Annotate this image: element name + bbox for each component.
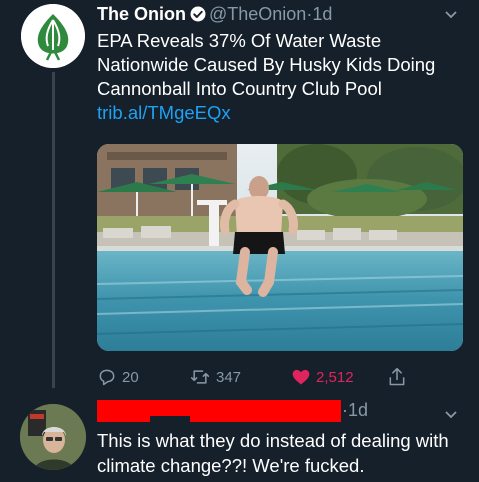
share-icon bbox=[389, 367, 405, 386]
like-action[interactable]: 2,512 bbox=[291, 364, 354, 390]
share-action[interactable] bbox=[387, 364, 407, 390]
pool-photo bbox=[97, 144, 463, 351]
chevron-down-icon[interactable] bbox=[443, 406, 459, 427]
tweet-actions: 20 347 2,512 bbox=[97, 364, 437, 390]
retweet-count: 347 bbox=[216, 368, 242, 386]
tweet-link[interactable]: trib.al/TMgeEQx bbox=[97, 102, 231, 123]
reply-count: 20 bbox=[122, 368, 139, 386]
redacted-author-name bbox=[97, 400, 341, 422]
onion-logo-icon bbox=[21, 4, 85, 68]
verified-badge-icon bbox=[189, 5, 207, 29]
tweet-time[interactable]: 1d bbox=[312, 4, 332, 24]
like-count: 2,512 bbox=[316, 368, 354, 386]
retweet-action[interactable]: 347 bbox=[189, 364, 241, 390]
author-name[interactable]: The Onion bbox=[97, 4, 186, 24]
author-handle[interactable]: @TheOnion bbox=[209, 4, 306, 24]
reply-time[interactable]: 1d bbox=[348, 400, 368, 420]
chevron-down-icon[interactable] bbox=[443, 6, 459, 27]
tweet[interactable]: The Onion @TheOnion·1d EPA Reveals 37% Of… bbox=[0, 0, 479, 396]
retweet-icon bbox=[190, 370, 210, 384]
heart-icon bbox=[292, 369, 310, 385]
reply-icon bbox=[99, 369, 115, 386]
tweet-text: EPA Reveals 37% Of Water Waste Nationwid… bbox=[97, 29, 469, 125]
tweet-image[interactable] bbox=[97, 144, 463, 351]
thread-line bbox=[52, 72, 55, 388]
user-photo bbox=[20, 404, 86, 470]
reply-action[interactable]: 20 bbox=[97, 364, 139, 390]
reply-avatar[interactable] bbox=[20, 404, 86, 470]
reply-text: This is what they do instead of dealing … bbox=[97, 430, 449, 476]
tweet-body: EPA Reveals 37% Of Water Waste Nationwid… bbox=[97, 30, 436, 99]
onion-avatar[interactable] bbox=[21, 4, 85, 68]
reply-meta: ·1d bbox=[342, 398, 368, 422]
tweet-header: The Onion @TheOnion·1d bbox=[97, 2, 332, 29]
reply-tweet[interactable]: ·1d This is what they do instead of deal… bbox=[0, 396, 479, 482]
